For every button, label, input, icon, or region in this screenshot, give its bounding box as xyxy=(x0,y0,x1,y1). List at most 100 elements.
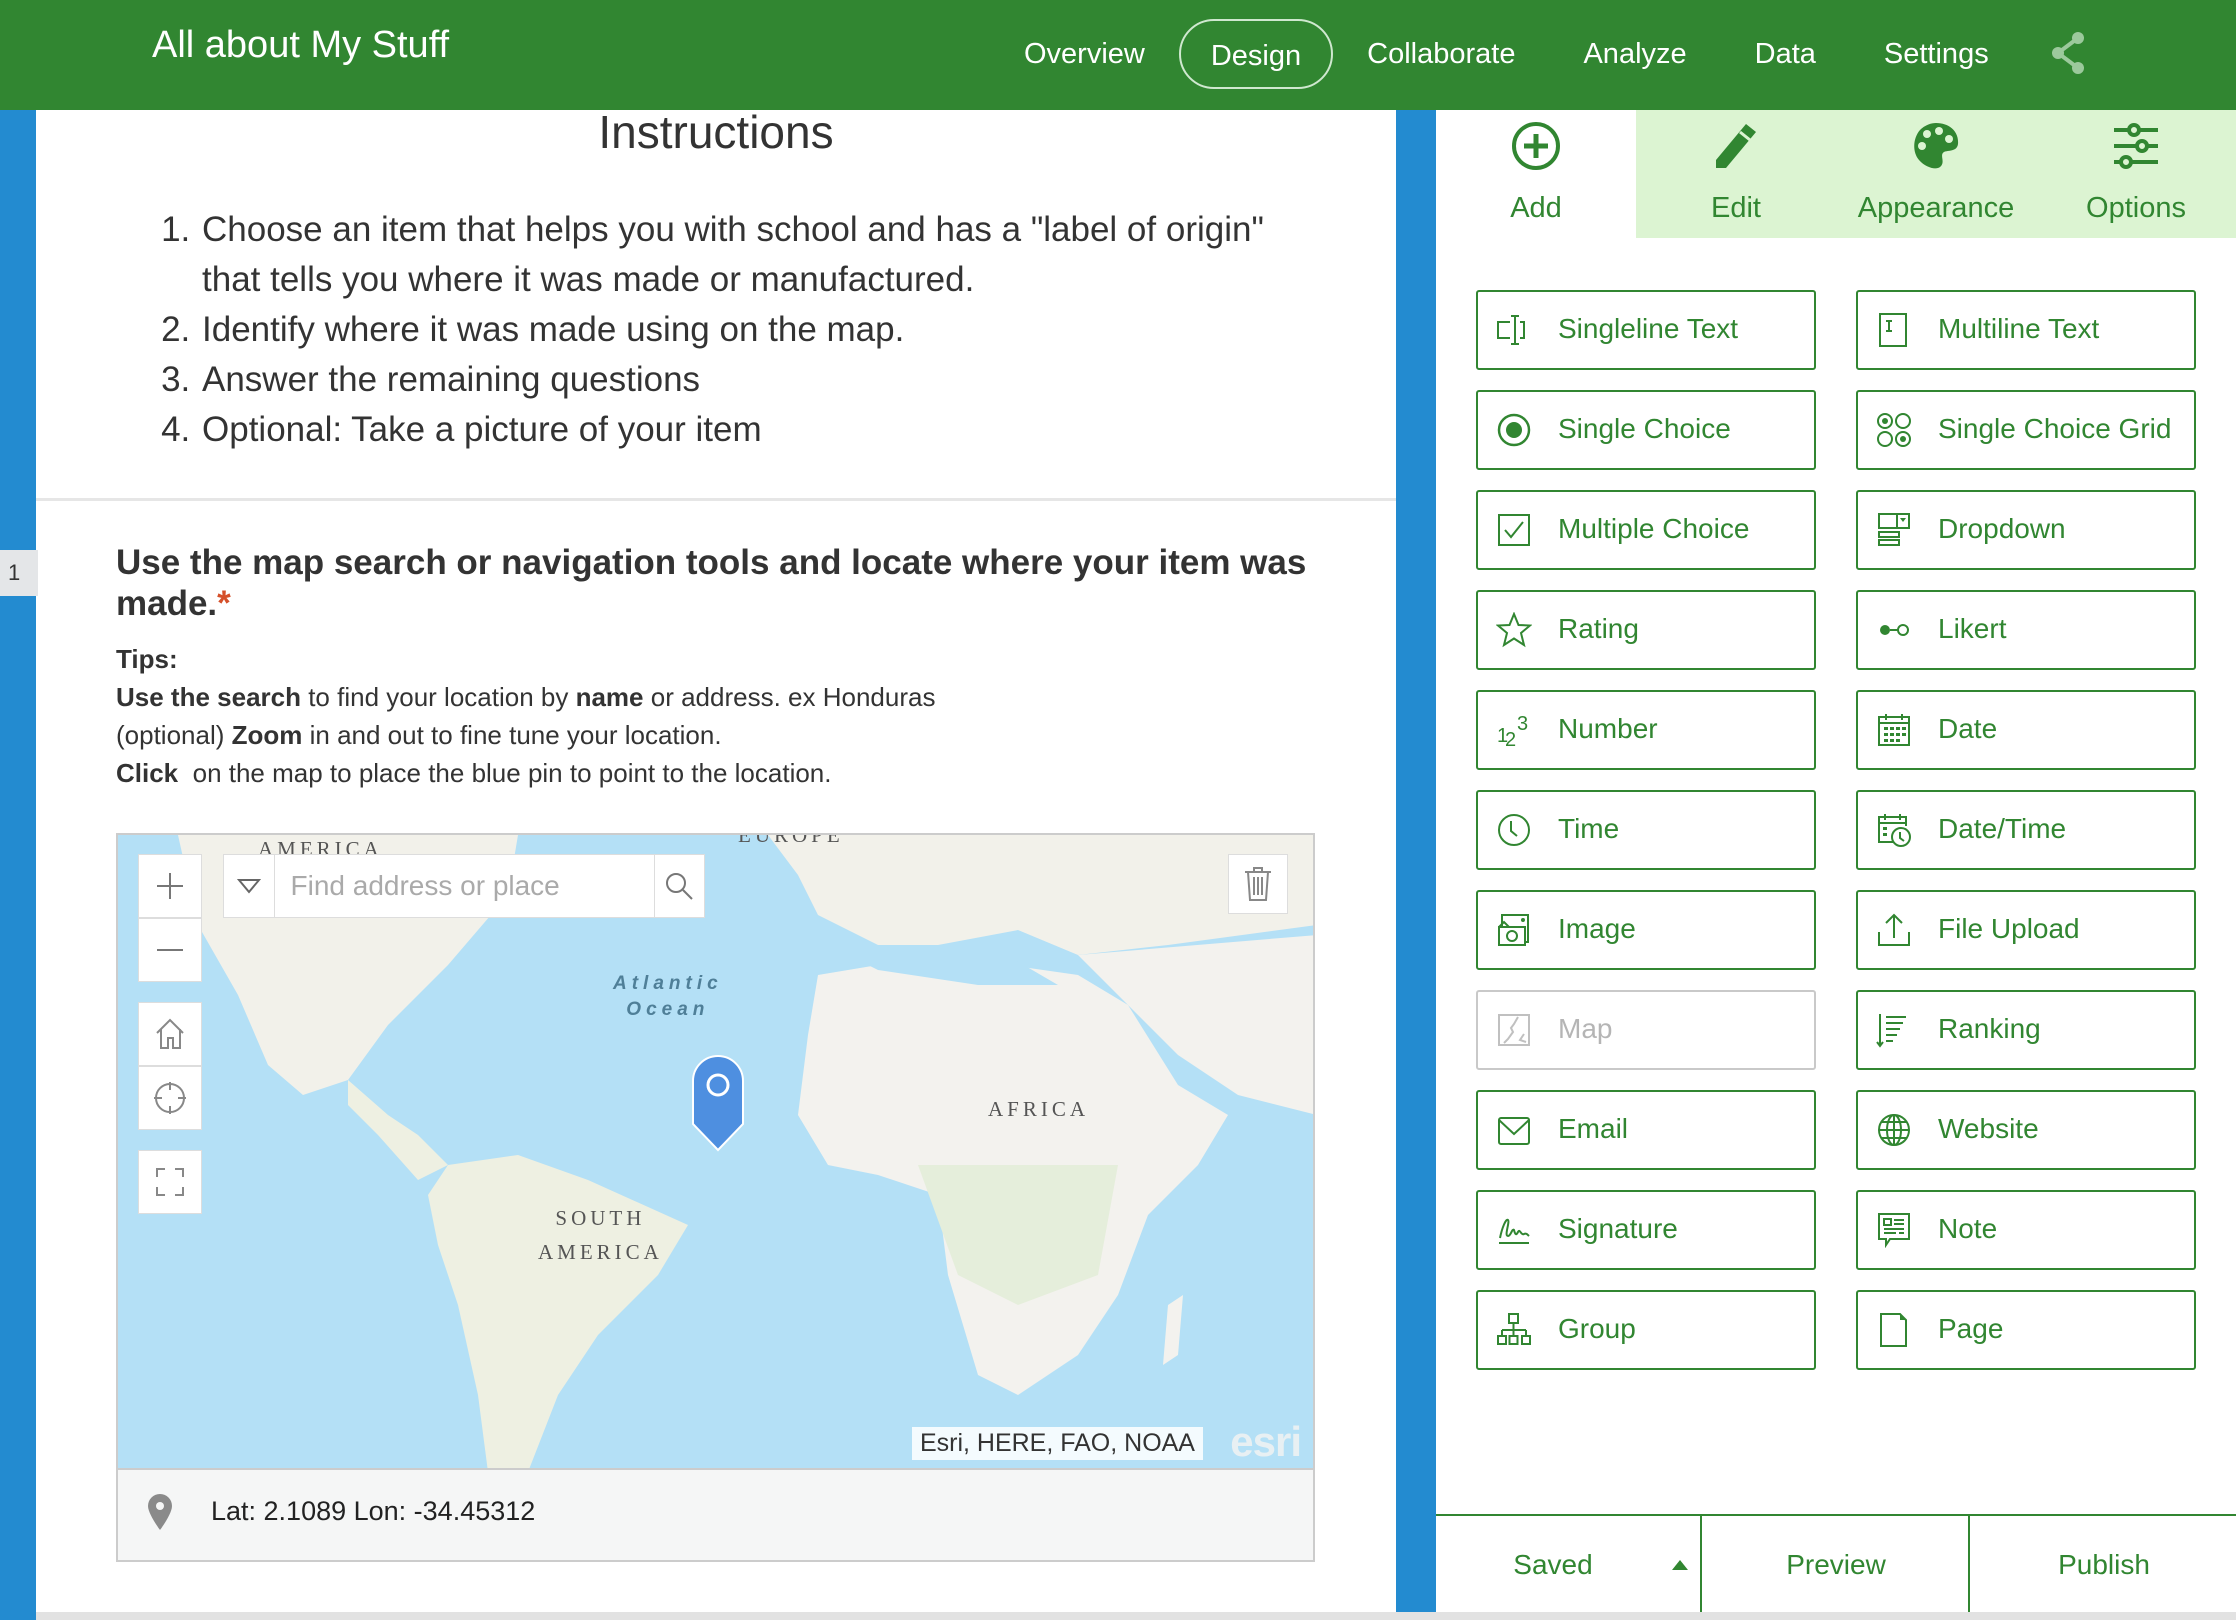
tab-add[interactable]: Add xyxy=(1436,110,1636,238)
nav-overview[interactable]: Overview xyxy=(990,19,1179,89)
field-label: Singleline Text xyxy=(1558,313,1739,344)
radio-icon xyxy=(1497,413,1531,447)
tab-label: Options xyxy=(2086,192,2186,224)
star-icon xyxy=(1496,612,1532,648)
add-dropdown-button[interactable]: Dropdown xyxy=(1856,490,2196,570)
add-date-time-button[interactable]: Date/Time xyxy=(1856,790,2196,870)
caret-up-icon xyxy=(1672,1560,1688,1570)
main-nav: Overview Design Collaborate Analyze Data… xyxy=(990,14,2023,94)
instruction-item: Optional: Take a picture of your item xyxy=(200,405,1300,455)
field-label: Number xyxy=(1558,713,1658,744)
number-icon: 123 xyxy=(1497,713,1528,748)
coordinate-readout: Lat: 2.1089 Lon: -34.45312 xyxy=(116,1470,1315,1562)
add-file-upload-button[interactable]: File Upload xyxy=(1856,890,2196,970)
nav-collaborate[interactable]: Collaborate xyxy=(1333,19,1549,89)
section-divider xyxy=(36,498,1396,501)
question-title[interactable]: Use the map search or navigation tools a… xyxy=(116,542,1336,624)
add-likert-button[interactable]: Likert xyxy=(1856,590,2196,670)
svg-text:2: 2 xyxy=(1505,729,1516,748)
question-title-text: Use the map search or navigation tools a… xyxy=(116,543,1307,623)
nav-settings[interactable]: Settings xyxy=(1850,19,2023,89)
add-map-button[interactable]: Map xyxy=(1476,990,1816,1070)
instructions-list: Choose an item that helps you with schoo… xyxy=(160,205,1300,455)
tab-label: Edit xyxy=(1711,192,1761,224)
map-label-south-america: SOUTH AMERICA xyxy=(538,1206,663,1264)
search-source-dropdown[interactable] xyxy=(224,855,275,917)
fullscreen-icon xyxy=(156,1168,184,1196)
home-button[interactable] xyxy=(138,1002,202,1066)
map-search-button[interactable] xyxy=(653,855,705,917)
field-label: Multiline Text xyxy=(1938,313,2100,344)
nav-data[interactable]: Data xyxy=(1721,19,1850,89)
field-label: Signature xyxy=(1558,1213,1678,1244)
checkbox-icon xyxy=(1498,514,1530,546)
required-asterisk: * xyxy=(217,584,231,623)
zoom-out-button[interactable] xyxy=(138,918,202,982)
clock-icon xyxy=(1498,814,1530,846)
field-label: Rating xyxy=(1558,613,1639,644)
add-signature-button[interactable]: Signature xyxy=(1476,1190,1816,1270)
tip-line: Click on the map to place the blue pin t… xyxy=(116,758,832,788)
bottom-border xyxy=(36,1612,2236,1620)
add-single-choice-grid-button[interactable]: Single Choice Grid xyxy=(1856,390,2196,470)
add-singleline-text-button[interactable]: Singleline Text xyxy=(1476,290,1816,370)
crosshair-icon xyxy=(154,1082,186,1114)
map-search-input[interactable] xyxy=(274,855,654,917)
add-ranking-button[interactable]: Ranking xyxy=(1856,990,2196,1070)
add-group-button[interactable]: Group xyxy=(1476,1290,1816,1370)
locate-button[interactable] xyxy=(138,1066,202,1130)
group-icon xyxy=(1497,1313,1531,1345)
add-page-button[interactable]: Page xyxy=(1856,1290,2196,1370)
add-date-button[interactable]: Date xyxy=(1856,690,2196,770)
tab-label: Add xyxy=(1510,192,1562,224)
share-icon[interactable] xyxy=(2048,30,2088,76)
canvas-left-gutter xyxy=(0,110,36,1620)
field-label: Image xyxy=(1558,913,1636,944)
chevron-down-icon xyxy=(236,879,261,894)
add-time-button[interactable]: Time xyxy=(1476,790,1816,870)
tab-options[interactable]: Options xyxy=(2036,110,2236,238)
add-website-button[interactable]: Website xyxy=(1856,1090,2196,1170)
add-image-button[interactable]: Image xyxy=(1476,890,1816,970)
instruction-item: Choose an item that helps you with schoo… xyxy=(200,205,1300,305)
tab-edit[interactable]: Edit xyxy=(1636,110,1836,238)
preview-button[interactable]: Preview xyxy=(1700,1516,1970,1614)
zoom-in-button[interactable] xyxy=(138,854,202,918)
tab-label: Appearance xyxy=(1857,192,2015,224)
radio-grid-icon xyxy=(1877,413,1911,447)
add-note-button[interactable]: Note xyxy=(1856,1190,2196,1270)
field-label: Single Choice xyxy=(1558,413,1731,444)
add-multiple-choice-button[interactable]: Multiple Choice xyxy=(1476,490,1816,570)
field-label: Website xyxy=(1938,1113,2039,1144)
delete-pin-button[interactable] xyxy=(1228,854,1288,914)
add-single-choice-button[interactable]: Single Choice xyxy=(1476,390,1816,470)
saved-menu-button[interactable]: Saved xyxy=(1436,1516,1700,1614)
globe-icon xyxy=(1878,1114,1910,1146)
add-rating-button[interactable]: Rating xyxy=(1476,590,1816,670)
calendar-clock-icon xyxy=(1878,814,1911,847)
plus-circle-icon xyxy=(1512,122,1560,170)
map-view[interactable]: AMERICA EUROPE Atlantic Ocean AFRICA SOUT… xyxy=(116,833,1315,1470)
instruction-item: Identify where it was made using on the … xyxy=(200,305,1300,355)
fullscreen-button[interactable] xyxy=(138,1150,202,1214)
location-pin-icon[interactable] xyxy=(691,1054,745,1154)
svg-text:3: 3 xyxy=(1517,713,1528,735)
add-email-button[interactable]: Email xyxy=(1476,1090,1816,1170)
map-search xyxy=(223,854,705,918)
field-label: Email xyxy=(1558,1113,1629,1144)
nav-design[interactable]: Design xyxy=(1178,19,1334,89)
field-label: Single Choice Grid xyxy=(1938,413,2172,444)
add-number-button[interactable]: 123 Number xyxy=(1476,690,1816,770)
page-icon xyxy=(1880,1313,1907,1347)
top-bar: All about My Stuff Overview Design Colla… xyxy=(0,0,2236,110)
field-label: Date xyxy=(1938,713,1998,744)
tips-label: Tips: xyxy=(116,644,178,674)
builder-footer: Saved Preview Publish xyxy=(1436,1514,2236,1614)
add-multiline-text-button[interactable]: Multiline Text xyxy=(1856,290,2196,370)
app-title: All about My Stuff xyxy=(152,24,450,66)
tab-appearance[interactable]: Appearance xyxy=(1836,110,2036,238)
nav-analyze[interactable]: Analyze xyxy=(1549,19,1720,89)
publish-button[interactable]: Publish xyxy=(1968,1516,2236,1614)
pencil-icon xyxy=(1716,124,1756,168)
field-label: Dropdown xyxy=(1938,513,2066,544)
